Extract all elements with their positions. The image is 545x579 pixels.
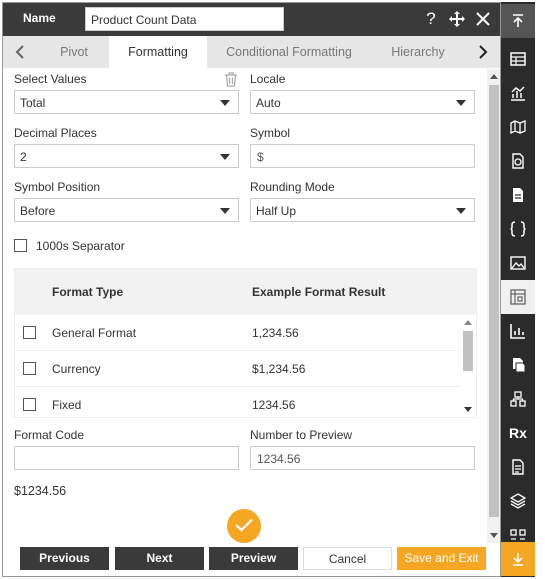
sheet-icon[interactable] (501, 450, 535, 484)
tab-scroll-right-icon[interactable] (468, 36, 498, 68)
cancel-button[interactable]: Cancel (303, 547, 392, 570)
rx-label: Rx (509, 425, 527, 441)
scroll-down-icon[interactable] (490, 533, 498, 538)
trash-icon[interactable] (224, 72, 238, 87)
chart-icon[interactable] (501, 76, 535, 110)
right-toolbar: Rx (501, 2, 535, 577)
pivot-icon[interactable] (501, 280, 535, 314)
format-table-header: Format Type Example Format Result (15, 269, 476, 315)
save-exit-button[interactable]: Save and Exit (397, 547, 486, 570)
number-preview-label: Number to Preview (250, 428, 353, 442)
report-icon[interactable] (501, 144, 535, 178)
scroll-down-icon[interactable] (464, 407, 472, 412)
tab-bar: Pivot Formatting Conditional Formatting … (3, 36, 500, 68)
expand-bottom-icon[interactable] (501, 542, 535, 576)
copy-icon[interactable] (501, 348, 535, 382)
decimal-places-label: Decimal Places (14, 126, 97, 140)
format-type-cell: General Format (52, 326, 137, 340)
table-row[interactable]: Currency $1,234.56 (15, 351, 460, 387)
close-icon[interactable] (474, 9, 492, 32)
collapse-top-icon[interactable] (501, 4, 535, 38)
chevron-down-icon (220, 100, 230, 106)
hierarchy-icon[interactable] (501, 382, 535, 416)
tab-conditional-formatting[interactable]: Conditional Formatting (215, 36, 363, 68)
decimal-places-value: 2 (20, 150, 27, 164)
chevron-down-icon (456, 208, 466, 214)
help-icon[interactable]: ? (422, 9, 440, 32)
format-type-cell: Fixed (52, 398, 82, 412)
example-cell: 1234.56 (252, 398, 296, 412)
map-icon[interactable] (501, 110, 535, 144)
table-row[interactable]: Fixed 1234.56 (15, 387, 460, 417)
table-icon[interactable] (501, 42, 535, 76)
name-label: Name (23, 11, 56, 25)
header-example-result: Example Format Result (252, 285, 386, 299)
chevron-down-icon (220, 208, 230, 214)
tab-hierarchy[interactable]: Hierarchy (375, 36, 461, 68)
format-code-label: Format Code (14, 428, 85, 442)
select-values-value: Total (20, 96, 46, 110)
locale-dropdown[interactable]: Auto (250, 90, 475, 114)
layers-icon[interactable] (501, 484, 535, 518)
header-format-type: Format Type (52, 285, 124, 299)
format-code-input[interactable] (14, 446, 239, 470)
symbol-input[interactable]: $ (250, 144, 475, 168)
panel-scrollbar[interactable] (487, 69, 500, 543)
select-values-label: Select Values (14, 72, 87, 86)
separator-label: 1000s Separator (36, 239, 125, 253)
chevron-down-icon (220, 154, 230, 160)
example-cell: 1,234.56 (252, 326, 299, 340)
format-table: Format Type Example Format Result Genera… (14, 268, 477, 418)
chevron-down-icon (456, 100, 466, 106)
tab-formatting[interactable]: Formatting (109, 36, 207, 68)
table-row[interactable]: General Format 1,234.56 (15, 315, 460, 351)
symbol-position-value: Before (20, 204, 56, 218)
panel-footer: Previous Next Preview Cancel Save and Ex… (3, 543, 500, 576)
row-checkbox[interactable] (23, 326, 36, 339)
row-checkbox[interactable] (23, 398, 36, 411)
preview-result: $1234.56 (14, 484, 67, 498)
braces-icon[interactable] (501, 212, 535, 246)
scroll-up-icon[interactable] (464, 320, 472, 325)
table-scrollbar[interactable] (462, 317, 474, 415)
rounding-mode-value: Half Up (256, 204, 297, 218)
separator-checkbox[interactable] (14, 239, 27, 252)
decimal-places-dropdown[interactable]: 2 (14, 144, 239, 168)
rounding-mode-dropdown[interactable]: Half Up (250, 198, 475, 222)
format-type-cell: Currency (52, 362, 101, 376)
row-checkbox[interactable] (23, 362, 36, 375)
bar-chart-icon[interactable] (501, 314, 535, 348)
document-icon[interactable] (501, 178, 535, 212)
select-values-dropdown[interactable]: Total (14, 90, 239, 114)
preview-button[interactable]: Preview (209, 547, 298, 570)
tab-pivot[interactable]: Pivot (39, 36, 109, 68)
image-icon[interactable] (501, 246, 535, 280)
locale-value: Auto (256, 96, 281, 110)
properties-panel: Name Product Count Data ? Pivot Formatti… (2, 2, 501, 577)
name-input[interactable]: Product Count Data (85, 7, 284, 31)
number-preview-input[interactable]: 1234.56 (250, 446, 475, 470)
previous-button[interactable]: Previous (20, 547, 109, 570)
rx-icon[interactable]: Rx (501, 416, 535, 450)
next-button[interactable]: Next (115, 547, 204, 570)
scroll-up-icon[interactable] (490, 74, 498, 79)
symbol-position-label: Symbol Position (14, 180, 101, 194)
symbol-position-dropdown[interactable]: Before (14, 198, 239, 222)
table-scroll-thumb[interactable] (463, 331, 473, 371)
symbol-label: Symbol (250, 126, 291, 140)
panel-header: Name Product Count Data ? (3, 3, 500, 36)
rounding-mode-label: Rounding Mode (250, 180, 335, 194)
example-cell: $1,234.56 (252, 362, 306, 376)
move-icon[interactable] (448, 9, 466, 32)
check-icon (235, 518, 253, 532)
tab-scroll-left-icon[interactable] (5, 36, 35, 68)
locale-label: Locale (250, 72, 286, 86)
panel-scroll-thumb[interactable] (489, 85, 499, 517)
apply-button[interactable] (227, 509, 261, 543)
